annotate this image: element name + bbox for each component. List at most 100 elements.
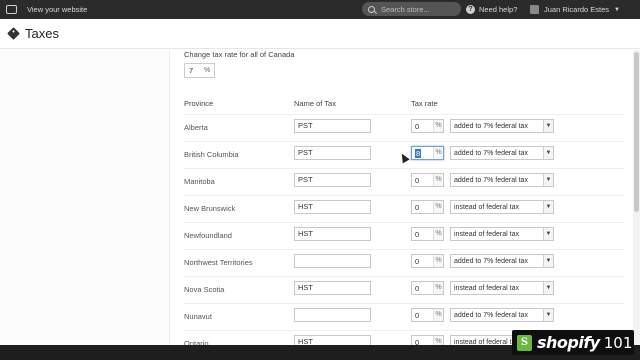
- province-name: New Brunswick: [184, 204, 236, 213]
- tax-row: Newfoundland HST 0% instead of federal t…: [184, 222, 624, 249]
- tax-rate-input[interactable]: 0%: [411, 281, 444, 295]
- tax-row: New Brunswick HST 0% instead of federal …: [184, 195, 624, 222]
- percent-sign: %: [433, 228, 443, 240]
- tax-mode-select[interactable]: added to 7% federal tax ▼: [450, 173, 554, 187]
- tax-rate-input[interactable]: 0%: [411, 173, 444, 187]
- tax-mode-select[interactable]: added to 7% federal tax ▼: [450, 308, 554, 322]
- tax-name-input[interactable]: PST: [294, 173, 371, 187]
- column-header-rate: Tax rate: [411, 99, 438, 108]
- province-name: Nova Scotia: [184, 285, 225, 294]
- tax-row: Manitoba PST 0% added to 7% federal tax ▼: [184, 168, 624, 195]
- tax-mode-select[interactable]: added to 7% federal tax ▼: [450, 119, 554, 133]
- tax-mode-value: added to 7% federal tax: [454, 311, 528, 319]
- view-website-link[interactable]: View your website: [27, 5, 87, 14]
- tax-rate-input[interactable]: 0%: [411, 227, 444, 241]
- chevron-down-icon: ▼: [543, 201, 553, 213]
- percent-sign: %: [433, 201, 443, 213]
- chevron-down-icon: ▼: [543, 228, 553, 240]
- province-name: British Columbia: [184, 150, 239, 159]
- tax-mode-select[interactable]: instead of federal tax ▼: [450, 200, 554, 214]
- chevron-down-icon: ▼: [543, 255, 553, 267]
- tax-mode-value: added to 7% federal tax: [454, 176, 528, 184]
- page-title: Taxes: [25, 26, 59, 41]
- tax-rate-input[interactable]: 8%: [411, 146, 444, 160]
- page-header: Taxes: [0, 19, 640, 49]
- shopify-101-logo: shopify 101: [512, 330, 634, 355]
- percent-sign: %: [433, 174, 443, 186]
- tag-icon: [7, 27, 20, 40]
- tax-rate-value: 0: [415, 256, 420, 266]
- province-name: Newfoundland: [184, 231, 232, 240]
- province-name: Northwest Territories: [184, 258, 253, 267]
- search-placeholder: Search store...: [381, 4, 430, 14]
- tax-mode-select[interactable]: instead of federal tax ▼: [450, 281, 554, 295]
- tax-mode-value: added to 7% federal tax: [454, 149, 528, 157]
- tax-name-input[interactable]: PST: [294, 119, 371, 133]
- tax-rate-value: 0: [415, 229, 420, 239]
- tax-row: Nunavut 0% added to 7% federal tax ▼: [184, 303, 624, 330]
- user-name: Juan Ricardo Estes: [544, 5, 610, 14]
- help-link[interactable]: ? Need help?: [466, 0, 517, 19]
- logo-word: shopify: [537, 333, 600, 352]
- tax-mode-value: added to 7% federal tax: [454, 122, 528, 130]
- tax-rate-input[interactable]: 0%: [411, 308, 444, 322]
- tax-rate-input[interactable]: 0%: [411, 119, 444, 133]
- chevron-down-icon: ▼: [543, 282, 553, 294]
- scrollbar[interactable]: [633, 50, 640, 345]
- column-header-name: Name of Tax: [294, 99, 336, 108]
- tax-name-input[interactable]: PST: [294, 146, 371, 160]
- tax-mode-select[interactable]: instead of federal tax ▼: [450, 227, 554, 241]
- left-panel: [0, 50, 170, 345]
- tax-mode-select[interactable]: added to 7% federal tax ▼: [450, 146, 554, 160]
- search-icon: [368, 5, 375, 13]
- percent-sign: %: [433, 120, 443, 132]
- tax-mode-value: instead of federal tax: [454, 203, 519, 211]
- user-menu[interactable]: Juan Ricardo Estes ▼: [530, 0, 620, 19]
- tax-row: Alberta PST 0% added to 7% federal tax ▼: [184, 114, 624, 141]
- column-header-province: Province: [184, 99, 214, 108]
- scrollbar-thumb[interactable]: [634, 52, 639, 212]
- tax-name-input[interactable]: [294, 254, 371, 268]
- province-name: Alberta: [184, 123, 208, 132]
- chevron-down-icon: ▼: [543, 147, 553, 159]
- website-icon[interactable]: [6, 5, 17, 14]
- tax-rate-value: 0: [415, 283, 420, 293]
- logo-number: 101: [603, 333, 633, 352]
- canada-rate-value: 7: [189, 66, 194, 75]
- chevron-down-icon: ▼: [543, 120, 553, 132]
- help-label: Need help?: [479, 5, 518, 14]
- tax-name-input[interactable]: HST: [294, 227, 371, 241]
- tax-mode-value: instead of federal tax: [454, 284, 519, 292]
- tax-name-input[interactable]: [294, 308, 371, 322]
- percent-sign: %: [433, 255, 443, 267]
- chevron-down-icon: ▼: [543, 309, 553, 321]
- percent-sign: %: [433, 147, 443, 159]
- province-name: Nunavut: [184, 312, 212, 321]
- tax-rate-value: 0: [415, 121, 420, 131]
- tax-row: Nova Scotia HST 0% instead of federal ta…: [184, 276, 624, 303]
- tax-rate-value: 8: [415, 148, 422, 158]
- taxes-form: Change tax rate for all of Canada 7 % Pr…: [184, 50, 624, 349]
- tax-rate-value: 0: [415, 310, 420, 320]
- tax-name-input[interactable]: HST: [294, 281, 371, 295]
- tax-name-input[interactable]: HST: [294, 200, 371, 214]
- shopify-bag-icon: [517, 334, 532, 351]
- canada-rate-input[interactable]: 7 %: [184, 63, 215, 78]
- tax-mode-value: instead of federal tax: [454, 230, 519, 238]
- help-icon: ?: [466, 5, 475, 14]
- tax-rate-input[interactable]: 0%: [411, 200, 444, 214]
- tax-rate-value: 0: [415, 175, 420, 185]
- tax-rate-value: 0: [415, 202, 420, 212]
- avatar: [530, 5, 539, 14]
- top-bar: View your website Search store... ? Need…: [0, 0, 640, 19]
- tax-mode-value: added to 7% federal tax: [454, 257, 528, 265]
- search-store-input[interactable]: Search store...: [362, 2, 461, 16]
- percent-sign: %: [204, 67, 211, 74]
- chevron-down-icon: ▼: [543, 174, 553, 186]
- percent-sign: %: [433, 282, 443, 294]
- tax-row: Northwest Territories 0% added to 7% fed…: [184, 249, 624, 276]
- tax-rate-input[interactable]: 0%: [411, 254, 444, 268]
- province-name: Manitoba: [184, 177, 215, 186]
- tax-mode-select[interactable]: added to 7% federal tax ▼: [450, 254, 554, 268]
- canada-rate-label: Change tax rate for all of Canada: [184, 50, 295, 59]
